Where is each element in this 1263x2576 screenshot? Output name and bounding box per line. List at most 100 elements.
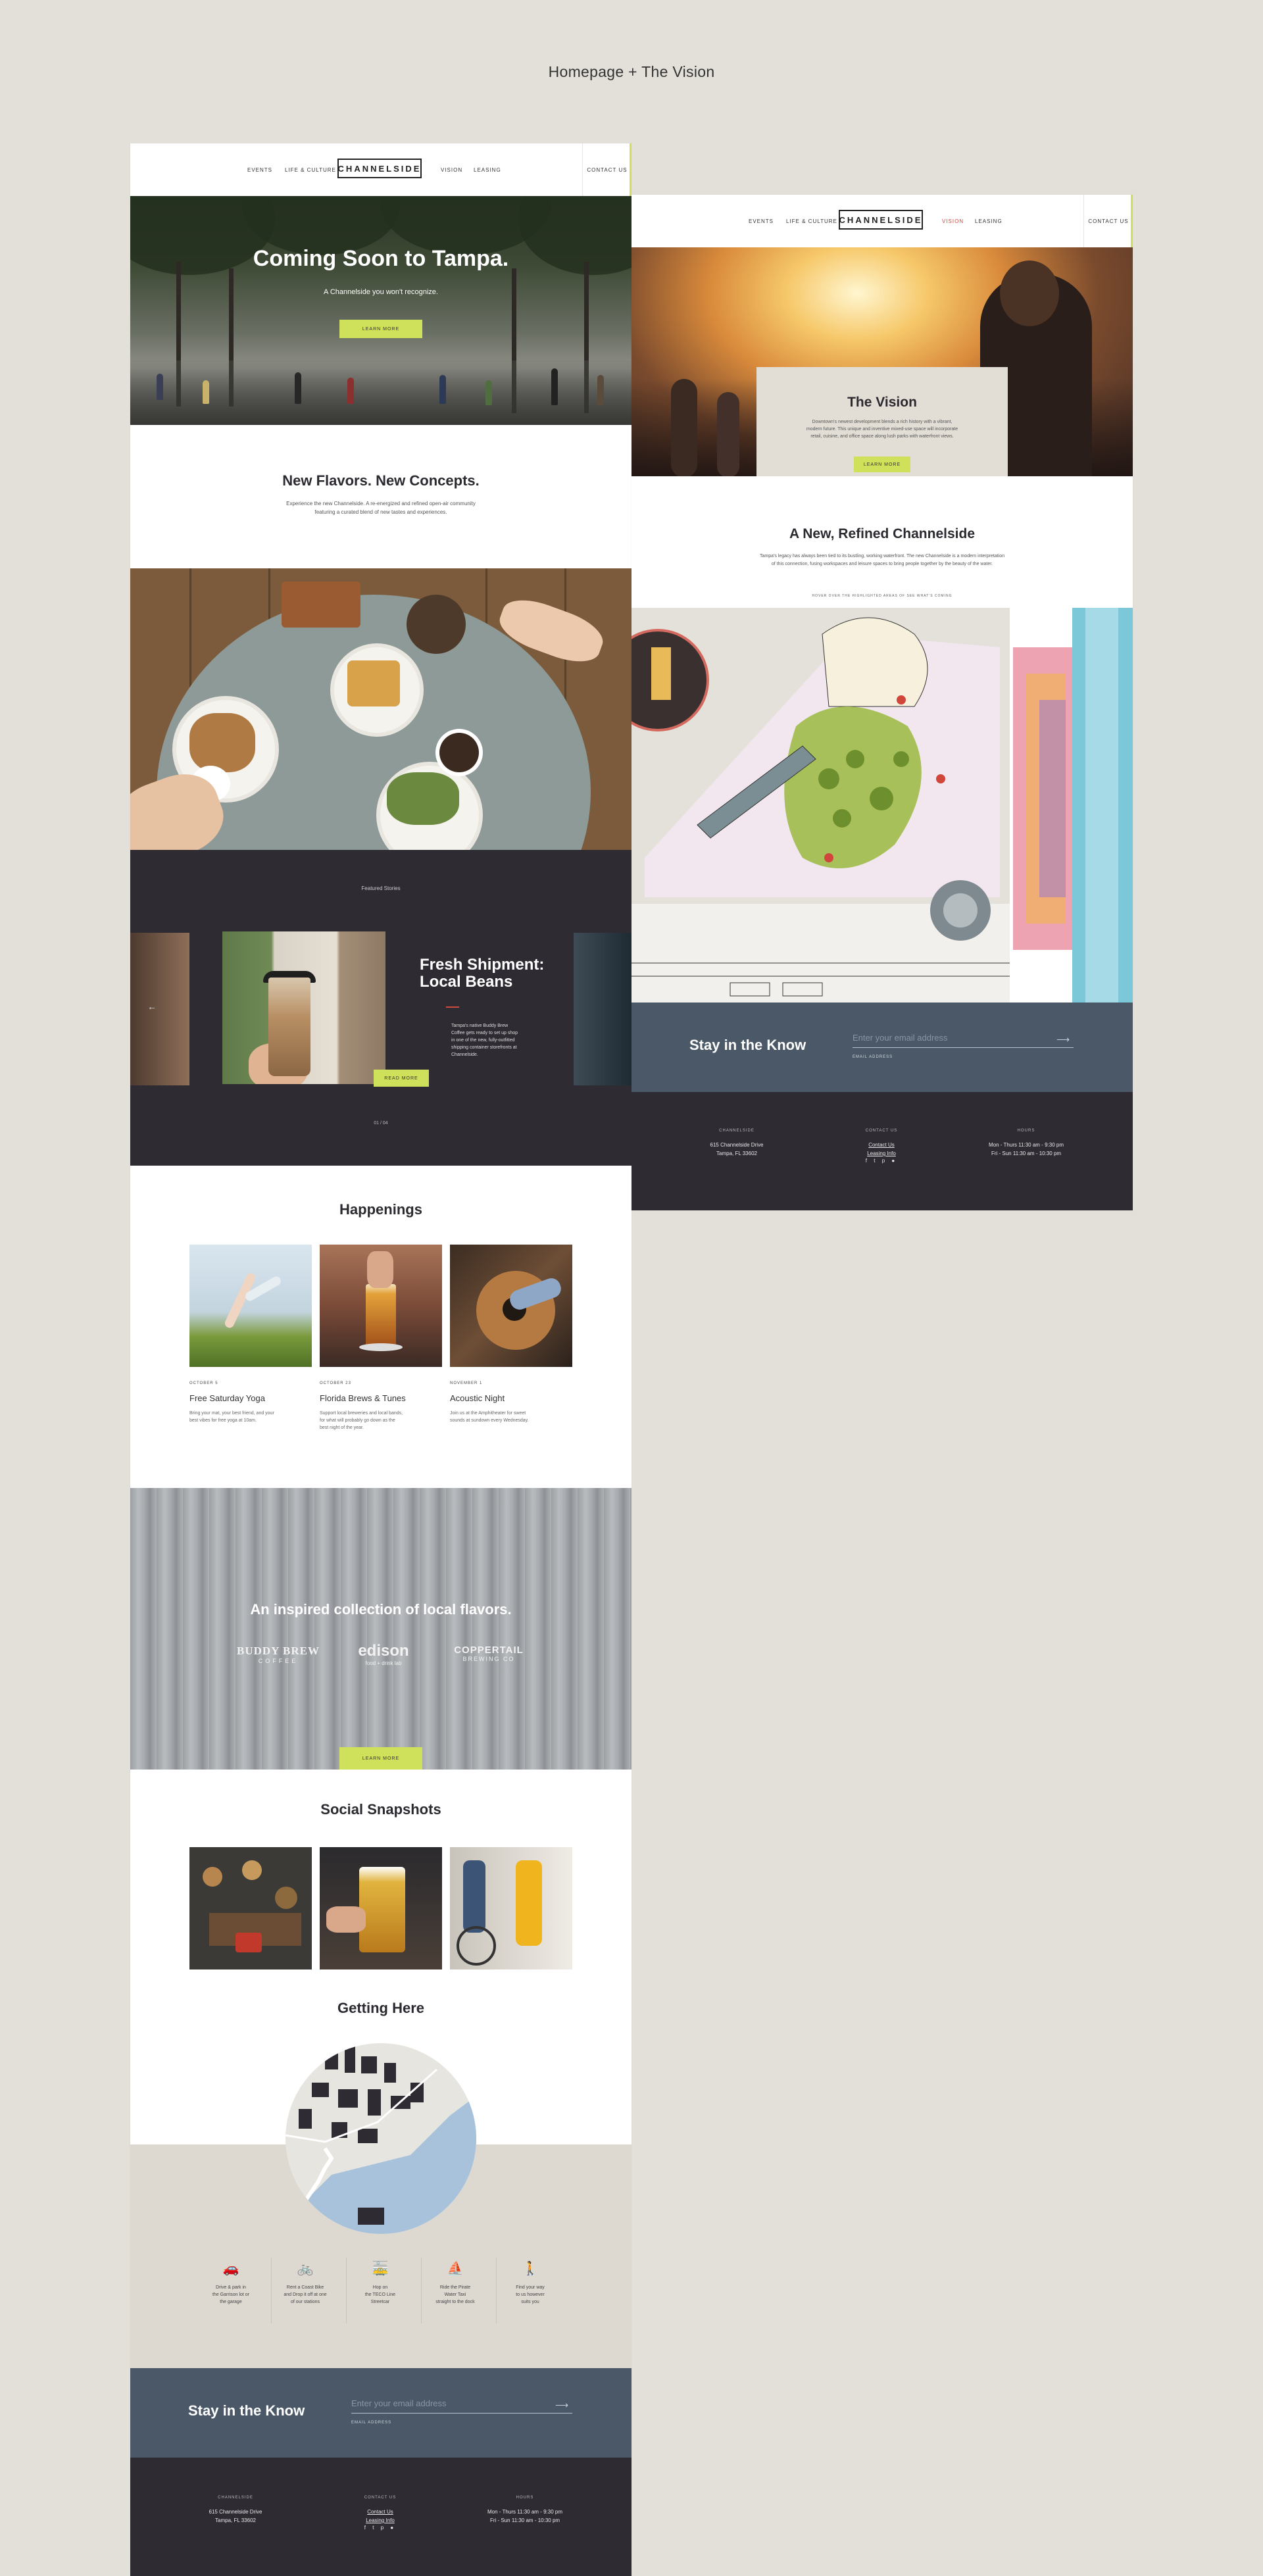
event-title[interactable]: Free Saturday Yoga [189,1393,312,1403]
flavors-learn-more-button[interactable]: LEARN MORE [339,1747,422,1770]
homepage-mockup: EVENTS LIFE & CULTURE CHANNELSIDE VISION… [130,143,632,2576]
vision-newsletter-signup: Stay in the Know Enter your email addres… [632,1003,1133,1092]
event-card-yoga[interactable]: OCTOBER 5 Free Saturday Yoga Bring your … [189,1245,312,1424]
social-snapshot-2[interactable] [320,1847,442,1969]
event-date: NOVEMBER 1 [450,1381,483,1385]
footer-contact: CONTACT US Contact Us Leasing Info f t p… [321,2496,439,2531]
newsletter-signup: Stay in the Know Enter your email addres… [130,2368,632,2458]
social-snapshot-1[interactable] [189,1847,312,1969]
story-title-line-2: Local Beans [420,973,513,991]
event-card-acoustic[interactable]: NOVEMBER 1 Acoustic Night Join us at the… [450,1245,572,1424]
story-title-underline [446,1006,459,1008]
event-title[interactable]: Florida Brews & Tunes [320,1393,442,1403]
footer-contact-link[interactable]: Contact Us [822,1141,941,1149]
event-description: Support local breweries and local bands,… [320,1411,403,1430]
nav-life-culture[interactable]: LIFE & CULTURE [786,218,837,224]
newsletter-submit-arrow-icon[interactable]: ⟶ [555,2400,568,2411]
nav-life-culture[interactable]: LIFE & CULTURE [285,167,336,173]
vision-site-footer: CHANNELSIDE 615 Channelside Drive Tampa,… [632,1092,1133,1210]
event-description: Bring your mat, your best friend, and yo… [189,1411,274,1423]
main-nav: EVENTS LIFE & CULTURE CHANNELSIDE VISION… [130,143,632,196]
beer-image[interactable] [320,1245,442,1367]
story-text: Tampa's native Buddy Brew Coffee gets re… [451,1024,518,1057]
story-title[interactable]: Fresh Shipment: Local Beans [420,956,564,991]
vision-intro-text-2: of this connection, fusing workspaces an… [771,562,993,566]
nav-accent-bar [630,143,632,196]
nav-vision-active[interactable]: VISION [942,218,964,224]
nav-contact-us[interactable]: CONTACT US [1083,195,1133,247]
yoga-image[interactable] [189,1245,312,1367]
nav-contact-us[interactable]: CONTACT US [582,143,632,196]
footer-contact-link[interactable]: Contact Us [321,2508,439,2516]
streetcar-icon: 🚋 [372,2262,389,2276]
nav-leasing[interactable]: LEASING [474,167,501,173]
vision-nav: EVENTS LIFE & CULTURE CHANNELSIDE VISION… [632,195,1133,247]
vision-learn-more-button[interactable]: LEARN MORE [854,457,910,472]
next-story-preview[interactable] [574,933,632,1085]
getting-here-title: Getting Here [337,2000,425,2016]
newsletter-field-label: EMAIL ADDRESS [351,2421,392,2425]
nav-events[interactable]: EVENTS [247,167,272,173]
footer-address: CHANNELSIDE 615 Channelside Drive Tampa,… [710,1129,764,1156]
local-flavors-section: An inspired collection of local flavors.… [130,1488,632,1770]
social-icons[interactable]: f t p ● [822,1158,941,1164]
footer-leasing-link[interactable]: Leasing Info [321,2516,439,2525]
location-map[interactable] [285,2043,476,2234]
flavors-title: An inspired collection of local flavors. [250,1601,512,1618]
event-date: OCTOBER 5 [189,1381,218,1385]
intro-title: New Flavors. New Concepts. [282,472,480,489]
intro-text-2: featuring a curated blend of new tastes … [314,509,447,515]
nav-leasing[interactable]: LEASING [975,218,1003,224]
home-hero-learn-more-button[interactable]: LEARN MORE [339,320,422,338]
guitar-image[interactable] [450,1245,572,1367]
vision-page-mockup: EVENTS LIFE & CULTURE CHANNELSIDE VISION… [632,195,1133,1210]
vision-title: The Vision [847,395,917,410]
featured-story-image[interactable] [222,931,385,1084]
channelside-logo[interactable]: CHANNELSIDE [337,159,422,178]
event-date: OCTOBER 23 [320,1381,351,1385]
featured-stories: Featured Stories ← Fresh Shipment: Local… [130,850,632,1166]
footer-leasing-link[interactable]: Leasing Info [822,1149,941,1158]
read-more-button[interactable]: READ MORE [374,1070,429,1087]
transit-drive: 🚗 Drive & park in the Garrison lot or the … [198,2260,264,2306]
logo-text: CHANNELSIDE [337,163,422,174]
social-title: Social Snapshots [320,1801,441,1818]
newsletter-title: Stay in the Know [188,2402,305,2419]
bike-icon: 🚲 [297,2262,314,2276]
brand-logo-buddy-brew[interactable]: BUDDY BREW COFFEE [229,1645,328,1664]
social-icons[interactable]: f t p ● [321,2525,439,2531]
prev-story-preview[interactable] [130,933,189,1085]
food-table-image [130,568,632,850]
vision-intro-text-1: Tampa's legacy has always been tied to i… [759,554,1005,558]
home-hero-subtitle: A Channelside you won't recognize. [324,288,438,296]
site-plan-rendering[interactable] [632,608,1133,1003]
presentation-title: Homepage + The Vision [548,63,715,80]
channelside-logo[interactable]: CHANNELSIDE [839,210,923,230]
happenings-title: Happenings [339,1201,422,1218]
footer-address: CHANNELSIDE 615 Channelside Drive Tampa,… [209,2496,262,2523]
prev-arrow-icon[interactable]: ← [147,1001,157,1012]
event-description: Join us at the Amphitheater for sweet so… [450,1411,529,1423]
footer-hours: HOURS Mon - Thurs 11:30 am - 9:30 pm Fri… [487,2496,562,2523]
site-footer: CHANNELSIDE 615 Channelside Drive Tampa,… [130,2458,632,2576]
brand-logo-edison[interactable]: edison food + drink lab [334,1642,433,1666]
transit-streetcar: 🚋 Hop on the TECO Line Streetcar [347,2260,413,2306]
vision-intro-title: A New, Refined Channelside [789,526,975,541]
brand-logo-coppertail[interactable]: COPPERTAIL BREWING CO [439,1645,538,1662]
newsletter-submit-arrow-icon[interactable]: ⟶ [1056,1034,1070,1045]
story-pager[interactable]: 01 / 04 [130,1121,632,1126]
walk-icon: 🚶 [522,2262,539,2276]
featured-label: Featured Stories [361,885,401,891]
event-card-brews[interactable]: OCTOBER 23 Florida Brews & Tunes Support… [320,1245,442,1431]
newsletter-field-label: EMAIL ADDRESS [853,1055,893,1059]
footer-hours: HOURS Mon - Thurs 11:30 am - 9:30 pm Fri… [989,1129,1064,1156]
newsletter-email-input[interactable]: Enter your email address [351,2398,447,2408]
nav-events[interactable]: EVENTS [749,218,774,224]
story-title-line-1: Fresh Shipment: [420,956,545,974]
event-title[interactable]: Acoustic Night [450,1393,572,1403]
newsletter-email-input[interactable]: Enter your email address [853,1033,948,1043]
nav-vision[interactable]: VISION [441,167,462,173]
home-hero-title: Coming Soon to Tampa. [253,246,509,271]
social-snapshot-3[interactable] [450,1847,572,1969]
transit-walk: 🚶 Find your way to us however suits you [497,2260,563,2306]
